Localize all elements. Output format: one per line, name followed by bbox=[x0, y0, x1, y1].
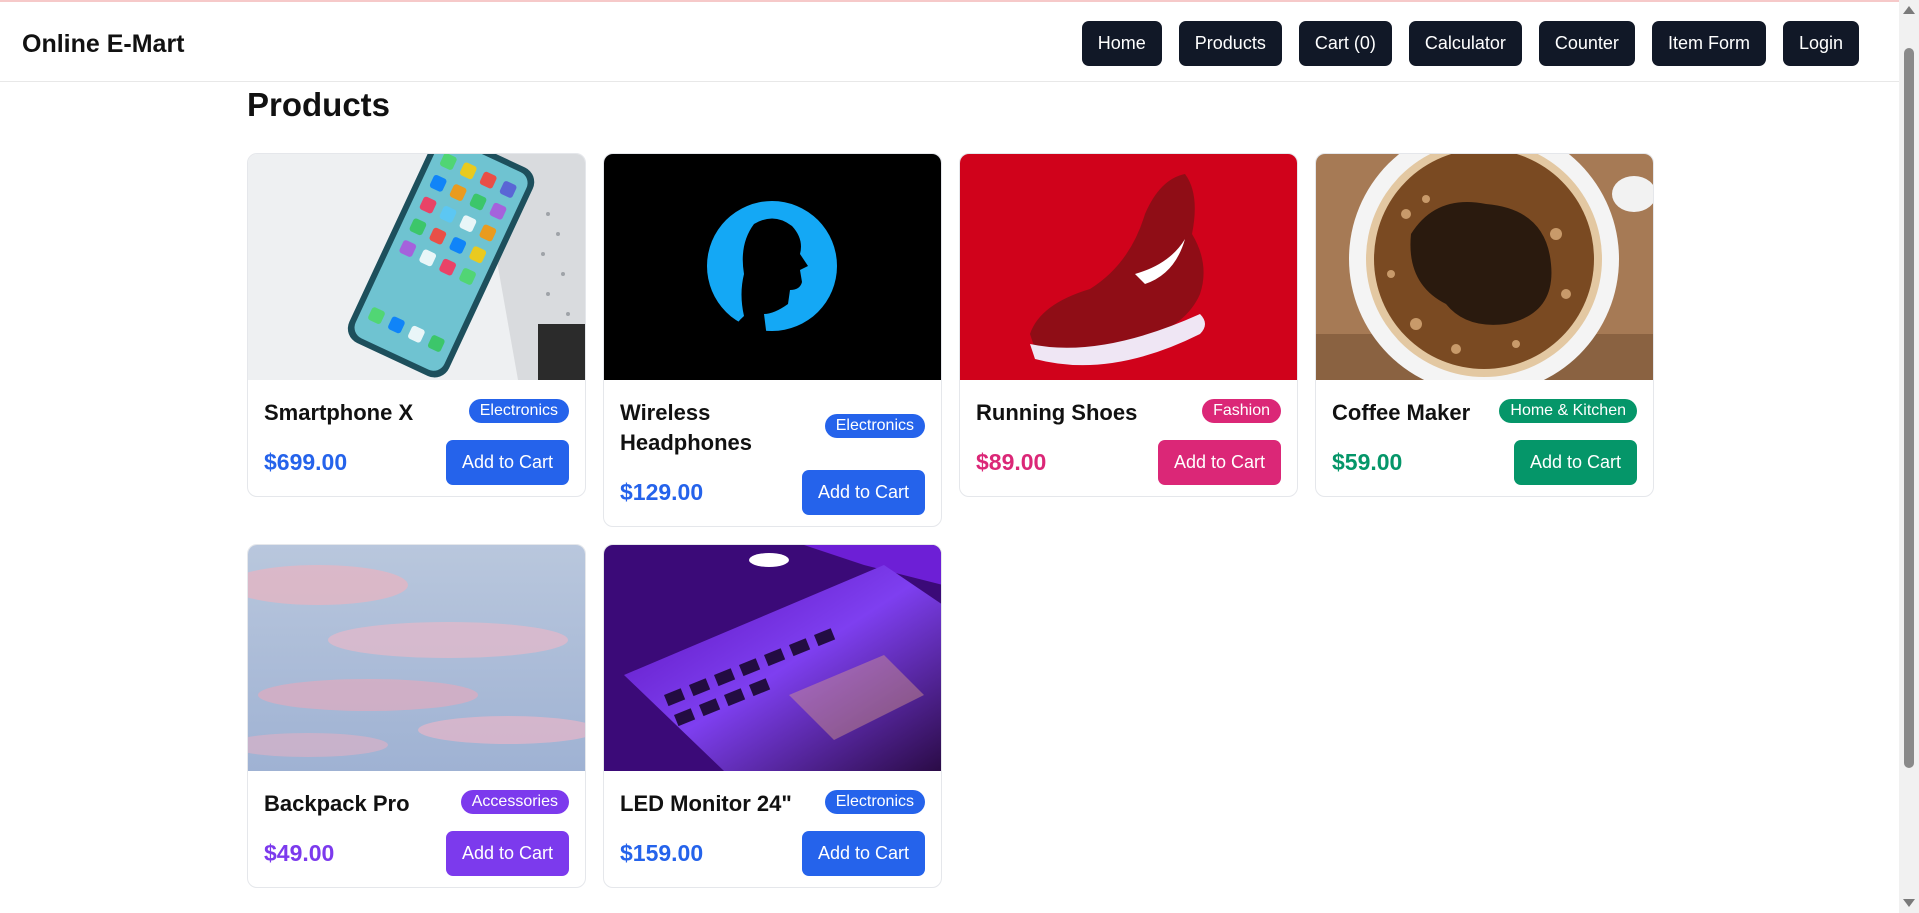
product-name: Backpack Pro bbox=[264, 791, 410, 816]
category-badge: Electronics bbox=[468, 399, 569, 423]
nav-calculator-button[interactable]: Calculator bbox=[1408, 21, 1522, 66]
nav-counter-button[interactable]: Counter bbox=[1538, 21, 1635, 66]
product-card: Backpack Pro Accessories $49.00 Add to C… bbox=[247, 544, 586, 888]
category-badge: Accessories bbox=[460, 790, 569, 814]
nav-item-form-button[interactable]: Item Form bbox=[1651, 21, 1766, 66]
scroll-up-icon[interactable] bbox=[1903, 6, 1915, 14]
brand-logo[interactable]: Online E-Mart bbox=[22, 30, 185, 59]
product-price: $59.00 bbox=[1332, 449, 1403, 475]
product-card: Coffee Maker Home & Kitchen $59.00 Add t… bbox=[1315, 153, 1654, 497]
category-badge: Fashion bbox=[1202, 399, 1281, 423]
main-nav: Home Products Cart (0) Calculator Counte… bbox=[1081, 21, 1859, 66]
product-price: $699.00 bbox=[264, 449, 348, 475]
category-badge: Home & Kitchen bbox=[1499, 399, 1637, 423]
product-name: Coffee Maker bbox=[1332, 400, 1471, 425]
product-card: Wireless Headphones Electronics $129.00 … bbox=[603, 153, 942, 527]
product-card: LED Monitor 24" Electronics $159.00 Add … bbox=[603, 544, 942, 888]
scroll-down-icon[interactable] bbox=[1903, 899, 1915, 907]
add-to-cart-button[interactable]: Add to Cart bbox=[445, 831, 569, 876]
product-image-monitor[interactable] bbox=[604, 545, 941, 771]
product-card: Running Shoes Fashion $89.00 Add to Cart bbox=[959, 153, 1298, 497]
add-to-cart-button[interactable]: Add to Cart bbox=[1513, 440, 1637, 485]
page-title: Products bbox=[247, 86, 391, 123]
product-image-backpack[interactable] bbox=[248, 545, 585, 771]
product-card: Smartphone X Electronics $699.00 Add to … bbox=[247, 153, 586, 497]
product-price: $129.00 bbox=[620, 479, 704, 505]
category-badge: Electronics bbox=[824, 790, 925, 814]
product-name: Running Shoes bbox=[976, 400, 1138, 425]
add-to-cart-button[interactable]: Add to Cart bbox=[1157, 440, 1281, 485]
product-image-coffee[interactable] bbox=[1316, 154, 1653, 380]
nav-home-button[interactable]: Home bbox=[1081, 21, 1162, 66]
product-price: $89.00 bbox=[976, 449, 1047, 475]
product-price: $49.00 bbox=[264, 840, 335, 866]
add-to-cart-button[interactable]: Add to Cart bbox=[801, 470, 925, 515]
site-header: Online E-Mart Home Products Cart (0) Cal… bbox=[0, 2, 1899, 82]
scroll-thumb[interactable] bbox=[1904, 48, 1914, 768]
add-to-cart-button[interactable]: Add to Cart bbox=[445, 440, 569, 485]
product-image-headphones[interactable] bbox=[604, 154, 941, 380]
nav-login-button[interactable]: Login bbox=[1782, 21, 1859, 66]
product-price: $159.00 bbox=[620, 840, 704, 866]
product-name: Smartphone X bbox=[264, 400, 414, 425]
product-name: Wireless Headphones bbox=[620, 400, 753, 455]
category-badge: Electronics bbox=[824, 414, 925, 438]
product-grid: Smartphone X Electronics $699.00 Add to … bbox=[247, 153, 1657, 888]
product-name: LED Monitor 24" bbox=[620, 791, 792, 816]
add-to-cart-button[interactable]: Add to Cart bbox=[801, 831, 925, 876]
nav-cart-button[interactable]: Cart (0) bbox=[1298, 21, 1392, 66]
vertical-scrollbar[interactable] bbox=[1899, 0, 1919, 913]
product-image-smartphone[interactable] bbox=[248, 154, 585, 380]
product-image-shoes[interactable] bbox=[960, 154, 1297, 380]
nav-products-button[interactable]: Products bbox=[1178, 21, 1282, 66]
